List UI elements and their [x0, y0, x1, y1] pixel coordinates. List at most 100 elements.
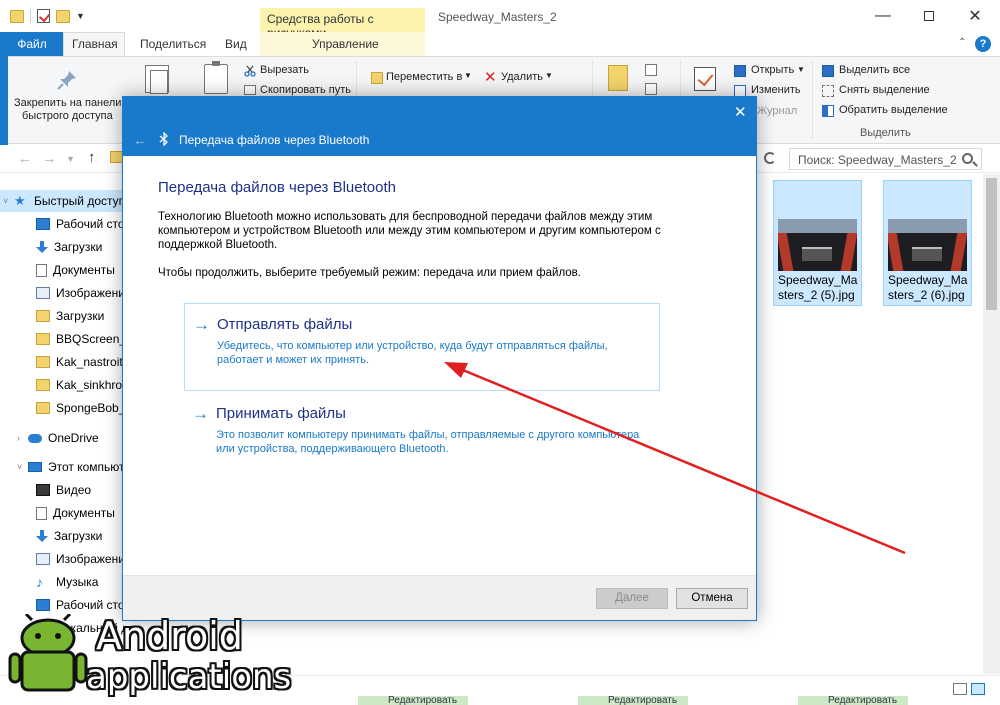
expand-chevron-icon[interactable]: › [14, 433, 28, 443]
star-icon: ★ [14, 193, 26, 208]
open-dropdown-icon[interactable]: ▼ [797, 65, 805, 74]
properties-icon[interactable] [694, 67, 716, 91]
new-folder-icon[interactable] [56, 9, 70, 23]
sidebar-item-label: Этот компьютер [48, 460, 124, 474]
pin-label-line1[interactable]: Закрепить на панели [14, 97, 121, 109]
sidebar-item-video[interactable]: Видео [36, 479, 124, 501]
select-all-button[interactable]: Выделить все [839, 64, 910, 76]
folder-icon [36, 402, 50, 414]
tab-view[interactable]: Вид [225, 37, 247, 51]
forward-arrow-icon[interactable]: → [42, 150, 56, 166]
sidebar-item-documents[interactable]: Документы [36, 502, 124, 524]
sidebar-item-label: BBQScreen_R [56, 332, 124, 346]
easy-access-icon[interactable] [645, 83, 657, 95]
sidebar-item-label: Изображения [56, 286, 124, 300]
dialog-description: Технологию Bluetooth можно использовать … [158, 211, 661, 251]
back-arrow-icon[interactable]: ← [18, 150, 32, 166]
sidebar-item-documents[interactable]: Документы [36, 259, 124, 281]
folder-icon[interactable] [10, 9, 24, 23]
tab-share[interactable]: Поделиться [140, 37, 206, 51]
sidebar-item-pictures[interactable]: Изображения [36, 548, 124, 570]
sidebar-item-folder[interactable]: BBQScreen_R [36, 328, 124, 350]
scissors-icon [244, 65, 256, 77]
deselect-icon [822, 85, 834, 97]
search-input[interactable]: Поиск: Speedway_Masters_2 [789, 148, 982, 170]
cut-button[interactable]: Вырезать [260, 64, 309, 76]
recent-locations-icon[interactable]: ▼ [66, 154, 75, 164]
watermark-text: Android [96, 614, 243, 658]
open-button[interactable]: Открыть [751, 64, 794, 76]
option-title: Отправлять файлы [217, 316, 353, 333]
document-icon [36, 263, 47, 277]
sidebar-item-pictures[interactable]: Изображения [36, 282, 124, 304]
properties-icon[interactable] [37, 9, 50, 23]
new-folder-icon[interactable] [608, 65, 628, 91]
paste-icon[interactable] [204, 61, 228, 94]
sidebar-item-folder[interactable]: Kak_sinkhron [36, 374, 124, 396]
image-thumbnail [778, 219, 857, 271]
customize-toolbar-icon[interactable]: ▼ [76, 11, 85, 21]
sidebar-item-downloads[interactable]: Загрузки [36, 525, 124, 547]
delete-button[interactable]: Удалить [501, 71, 543, 83]
sidebar-item-label: Загрузки [54, 240, 103, 254]
copy-path-button[interactable]: Скопировать путь [260, 84, 351, 96]
next-button[interactable]: Далее [596, 588, 668, 609]
invert-selection-button[interactable]: Обратить выделение [839, 104, 948, 116]
send-files-option[interactable]: → Отправлять файлы Убедитесь, что компью… [184, 303, 660, 391]
sidebar-item-quick-access[interactable]: ˅ ★ Быстрый доступ [0, 190, 124, 212]
collapse-chevron-icon[interactable]: ˅ [0, 196, 14, 206]
collapse-ribbon-icon[interactable]: ⌃ [958, 37, 966, 48]
refresh-icon[interactable] [764, 152, 776, 164]
large-icons-view-icon[interactable] [971, 683, 985, 695]
file-item[interactable]: Speedway_Masters_2 (5).jpg [773, 180, 862, 306]
sidebar-item-music[interactable]: ♪ Музыка [36, 571, 124, 593]
receive-files-option[interactable]: → Принимать файлы Это позволит компьютер… [184, 393, 660, 465]
bluetooth-icon [159, 132, 168, 146]
option-description: Убедитесь, что компьютер или устройство,… [217, 340, 608, 366]
sidebar-item-desktop[interactable]: Рабочий стол [36, 594, 124, 616]
back-arrow-icon[interactable]: ← [133, 132, 147, 148]
sidebar-item-label: Музыка [56, 575, 99, 589]
folder-icon [36, 333, 50, 345]
minimize-button[interactable]: — [860, 0, 906, 32]
sidebar-item-label: Kak_sinkhron [56, 378, 124, 392]
folder-icon [36, 379, 50, 391]
pin-label-line2[interactable]: быстрого доступа [22, 110, 113, 122]
sidebar-item-folder[interactable]: Kak_nastroit_ [36, 351, 124, 373]
move-to-dropdown-icon[interactable]: ▼ [464, 71, 472, 80]
file-item[interactable]: Speedway_Masters_2 (6).jpg [883, 180, 972, 306]
details-view-icon[interactable] [953, 683, 967, 695]
tab-file[interactable]: Файл [0, 32, 64, 56]
sidebar-item-downloads[interactable]: Загрузки [36, 236, 124, 258]
sidebar-item-folder[interactable]: SpongeBob_C [36, 397, 124, 419]
help-icon[interactable]: ? [975, 36, 991, 52]
sidebar-item-label: Документы [53, 263, 115, 277]
sidebar-item-folder[interactable]: Загрузки [36, 305, 124, 327]
sidebar-item-label: Документы [53, 506, 115, 520]
journal-button[interactable]: Журнал [757, 105, 797, 117]
sidebar-item-this-pc[interactable]: ˅ Этот компьютер [14, 456, 124, 478]
up-arrow-icon[interactable]: ↑ [88, 149, 96, 166]
edit-button[interactable]: Изменить [751, 84, 801, 96]
close-window-button[interactable]: ✕ [952, 0, 998, 32]
sidebar-item-onedrive[interactable]: › OneDrive [14, 427, 124, 449]
maximize-button[interactable] [906, 0, 952, 32]
close-dialog-button[interactable]: ✕ [734, 103, 747, 121]
copy-icon[interactable] [145, 65, 169, 94]
sidebar-item-desktop[interactable]: Рабочий стол [36, 213, 124, 235]
scrollbar-thumb[interactable] [986, 178, 997, 310]
sidebar-item-label: Быстрый доступ [34, 194, 124, 208]
new-item-icon[interactable] [645, 64, 657, 76]
invert-selection-icon [822, 105, 834, 117]
tab-manage[interactable]: Управление [312, 37, 379, 51]
delete-icon: ✕ [484, 69, 497, 86]
music-icon: ♪ [36, 574, 43, 590]
tab-home[interactable]: Главная [72, 37, 118, 51]
sidebar-item-label: OneDrive [48, 431, 99, 445]
deselect-button[interactable]: Снять выделение [839, 84, 930, 96]
quick-access-toolbar: ▼ [10, 9, 85, 23]
cancel-button[interactable]: Отмена [676, 588, 748, 609]
move-to-button[interactable]: Переместить в [386, 71, 462, 83]
delete-dropdown-icon[interactable]: ▼ [545, 71, 553, 80]
collapse-chevron-icon[interactable]: ˅ [14, 462, 28, 472]
